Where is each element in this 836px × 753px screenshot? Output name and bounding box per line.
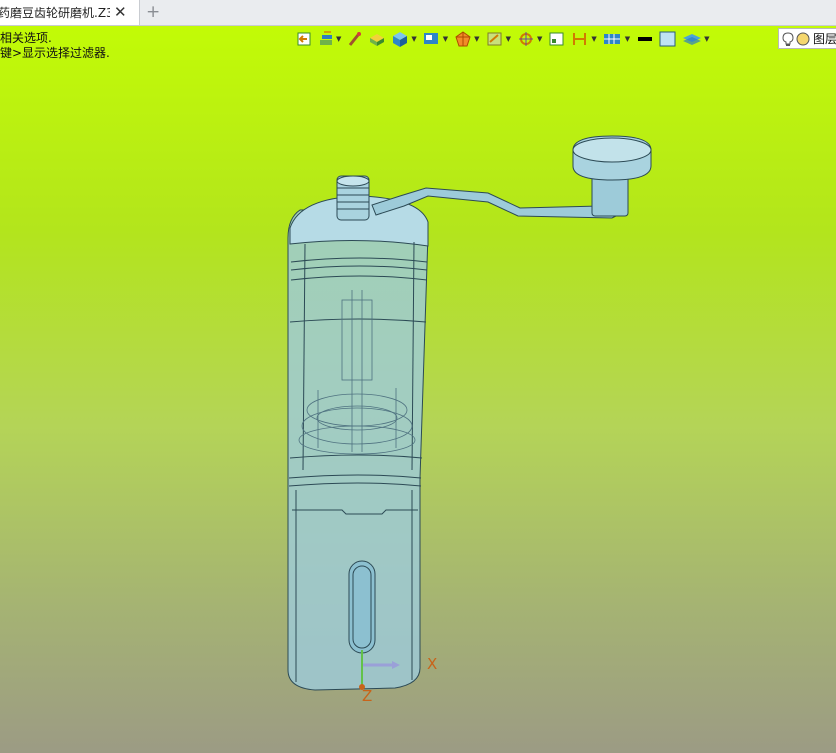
graphics-viewport[interactable]: X Z xyxy=(0,26,836,753)
crank-handle-stem xyxy=(591,175,629,217)
x-axis-label: X xyxy=(427,655,437,673)
exit-sketch-icon[interactable] xyxy=(296,28,314,50)
prompt-line-1: 相关选项. xyxy=(0,31,52,45)
bounding-box-icon[interactable] xyxy=(547,28,567,50)
document-tab-bar: 药磨豆齿轮研磨机.Z3 ✕ + xyxy=(0,0,836,26)
paint-brush-icon[interactable] xyxy=(346,28,364,50)
view-toolbar: ▼ ▼ ▼ ▼ ▼ ▼ ▼ ▼ ▼ xyxy=(296,27,715,51)
prompt-line-2: 键>显示选择过滤器. xyxy=(0,46,110,60)
coffee-grinder-model[interactable]: X Z xyxy=(0,26,836,753)
new-tab-icon[interactable]: + xyxy=(146,3,160,21)
datum-point-icon[interactable]: ▼ xyxy=(516,28,544,50)
document-tab[interactable]: 药磨豆齿轮研磨机.Z3 ✕ xyxy=(0,0,140,25)
layer-selector[interactable]: 图层 xyxy=(778,28,836,49)
black-fill-swatch[interactable] xyxy=(635,28,655,50)
close-tab-icon[interactable]: ✕ xyxy=(114,5,127,20)
render-mode-icon[interactable]: ▼ xyxy=(453,28,481,50)
solid-cube-icon[interactable]: ▼ xyxy=(390,28,418,50)
lightbulb-icon[interactable] xyxy=(782,31,794,47)
layer-stack-icon[interactable]: ▼ xyxy=(681,28,711,50)
layer-name: 图层 xyxy=(813,32,836,46)
z-axis-label: Z xyxy=(362,687,372,705)
sketch-plane-icon[interactable]: ▼ xyxy=(485,28,513,50)
dimension-icon[interactable]: ▼ xyxy=(570,28,598,50)
layers-icon[interactable]: ▼ xyxy=(317,28,343,50)
light-blue-swatch[interactable] xyxy=(658,28,678,50)
document-tab-title: 药磨豆齿轮研磨机.Z3 xyxy=(0,6,110,20)
shaded-box-icon[interactable] xyxy=(367,28,387,50)
view-display-icon[interactable]: ▼ xyxy=(422,28,450,50)
grid-display-icon[interactable]: ▼ xyxy=(602,28,632,50)
layer-color-dot-icon xyxy=(796,32,810,45)
